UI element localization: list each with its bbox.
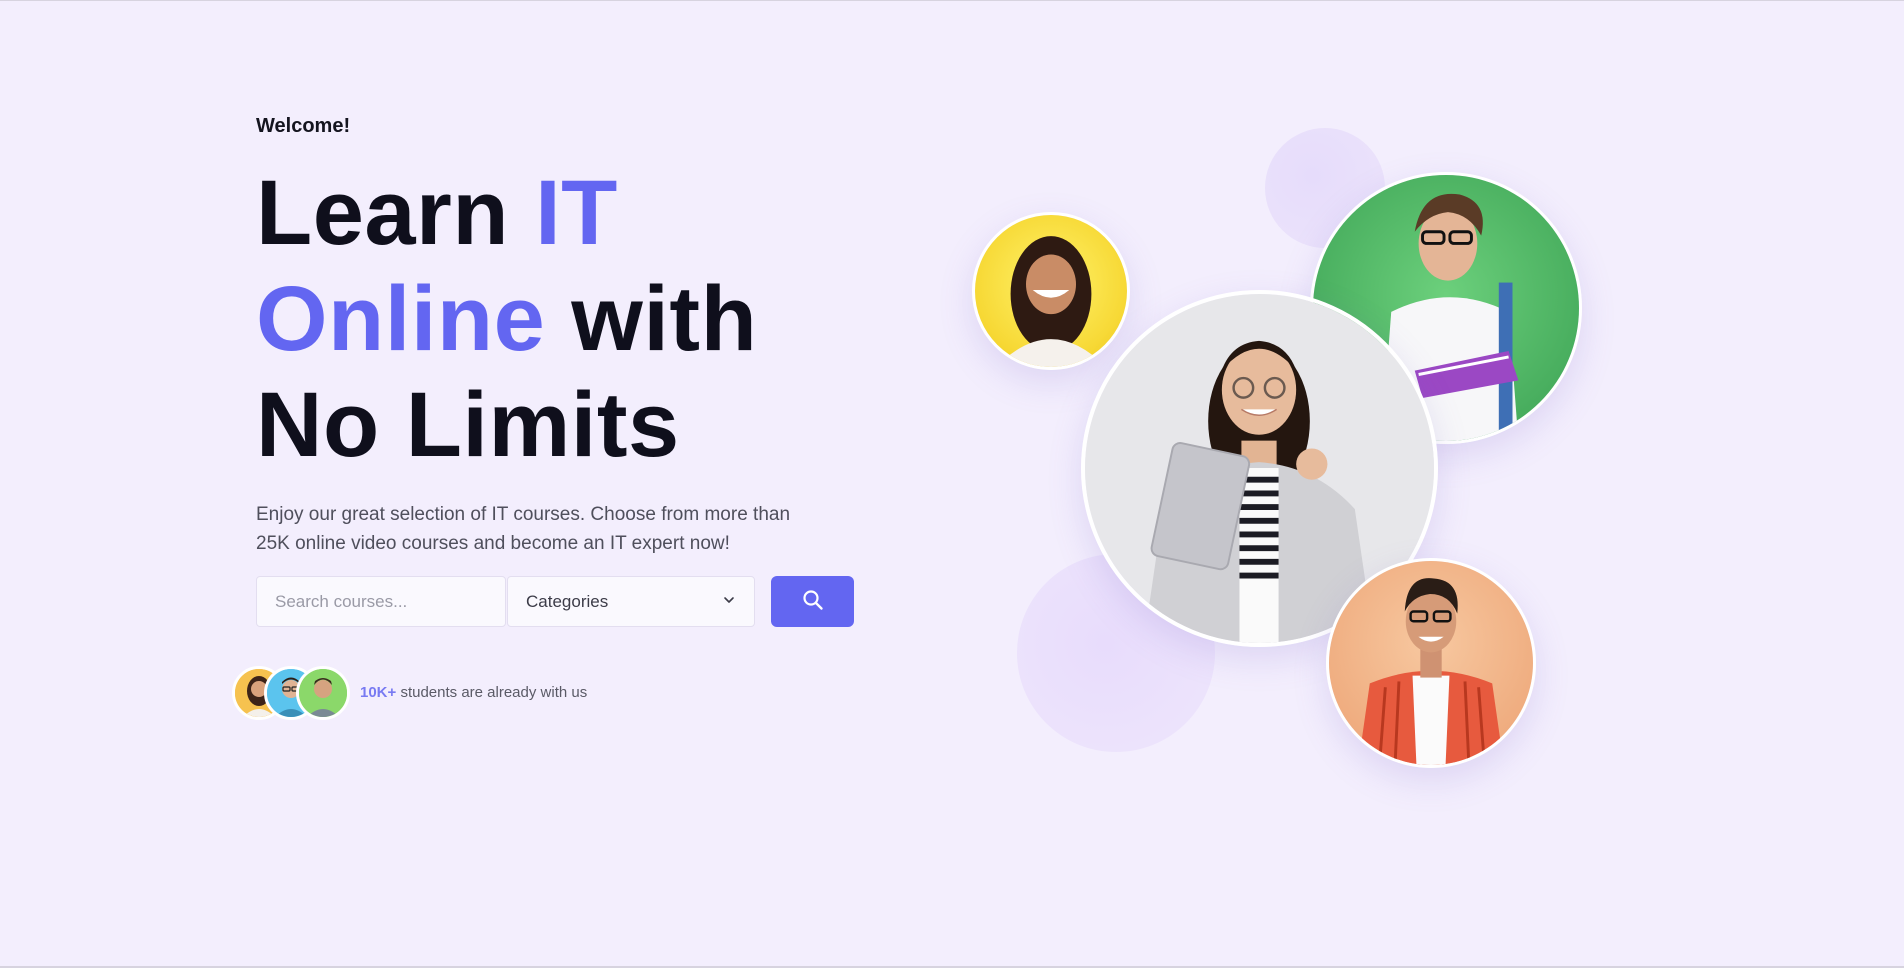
categories-selected-label: Categories xyxy=(526,591,609,611)
search-input[interactable] xyxy=(256,576,506,627)
student-photo-woman-smiling xyxy=(972,212,1130,370)
headline-part-online: Online xyxy=(256,268,546,370)
top-divider xyxy=(0,0,1904,1)
headline-part-it: IT xyxy=(535,162,618,264)
hero-headline: Learn IT Online with No Limits xyxy=(256,160,956,478)
students-text: students are already with us xyxy=(396,684,588,701)
welcome-label: Welcome! xyxy=(256,115,351,137)
chevron-down-icon xyxy=(722,592,736,612)
categories-dropdown[interactable]: Categories xyxy=(507,576,755,627)
avatar xyxy=(296,666,350,720)
headline-part-no-limits: No Limits xyxy=(256,374,680,476)
student-avatars xyxy=(232,666,352,720)
students-count: 10K+ xyxy=(360,684,397,701)
search-button[interactable] xyxy=(771,576,854,627)
headline-part-learn: Learn xyxy=(256,162,536,264)
search-icon xyxy=(801,588,825,615)
students-count-text: 10K+ students are already with us xyxy=(360,684,587,701)
student-photo-man-orange-shirt xyxy=(1326,558,1536,768)
headline-part-with: with xyxy=(545,268,758,370)
hero-description: Enjoy our great selection of IT courses.… xyxy=(256,504,791,554)
